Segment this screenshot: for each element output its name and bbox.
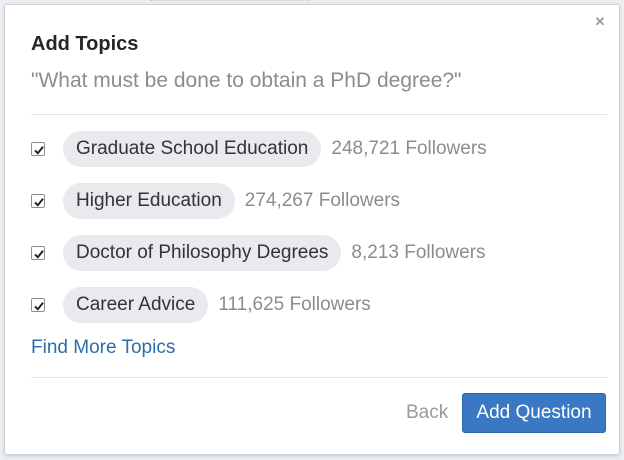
topic-row: Graduate School Education 248,721 Follow… — [31, 131, 487, 167]
topic-chip[interactable]: Graduate School Education — [63, 131, 322, 167]
add-question-button[interactable]: Add Question — [462, 393, 606, 433]
back-button[interactable]: Back — [406, 402, 448, 424]
find-more-topics-link[interactable]: Find More Topics — [31, 337, 175, 359]
topic-checkbox[interactable] — [31, 194, 45, 208]
topic-row: Doctor of Philosophy Degrees 8,213 Follo… — [31, 235, 486, 271]
topic-checkbox[interactable] — [31, 246, 45, 260]
topic-followers: 248,721 Followers — [331, 138, 487, 159]
topic-followers: 8,213 Followers — [351, 242, 486, 263]
checkmark-icon — [34, 146, 44, 155]
checkmark-icon — [34, 302, 44, 311]
topic-followers: 274,267 Followers — [244, 190, 401, 211]
checkmark-icon — [34, 250, 44, 259]
close-icon[interactable]: ✕ — [593, 15, 607, 29]
topic-chip[interactable]: Career Advice — [63, 287, 209, 323]
topic-row: Higher Education 274,267 Followers — [31, 183, 400, 219]
topic-checkbox[interactable] — [31, 298, 45, 312]
topic-followers: 111,625 Followers — [218, 294, 371, 315]
topic-checkbox[interactable] — [31, 142, 45, 156]
divider-bottom — [31, 377, 607, 378]
topic-chip[interactable]: Higher Education — [63, 183, 235, 219]
topic-chip[interactable]: Doctor of Philosophy Degrees — [63, 235, 342, 271]
dialog-title: Add Topics — [31, 33, 139, 55]
question-text: "What must be done to obtain a PhD degre… — [31, 69, 462, 92]
topic-row: Career Advice 111,625 Followers — [31, 287, 371, 323]
add-topics-dialog: ✕ Add Topics "What must be done to obtai… — [4, 4, 620, 455]
divider-top — [31, 114, 607, 115]
checkmark-icon — [34, 198, 44, 207]
